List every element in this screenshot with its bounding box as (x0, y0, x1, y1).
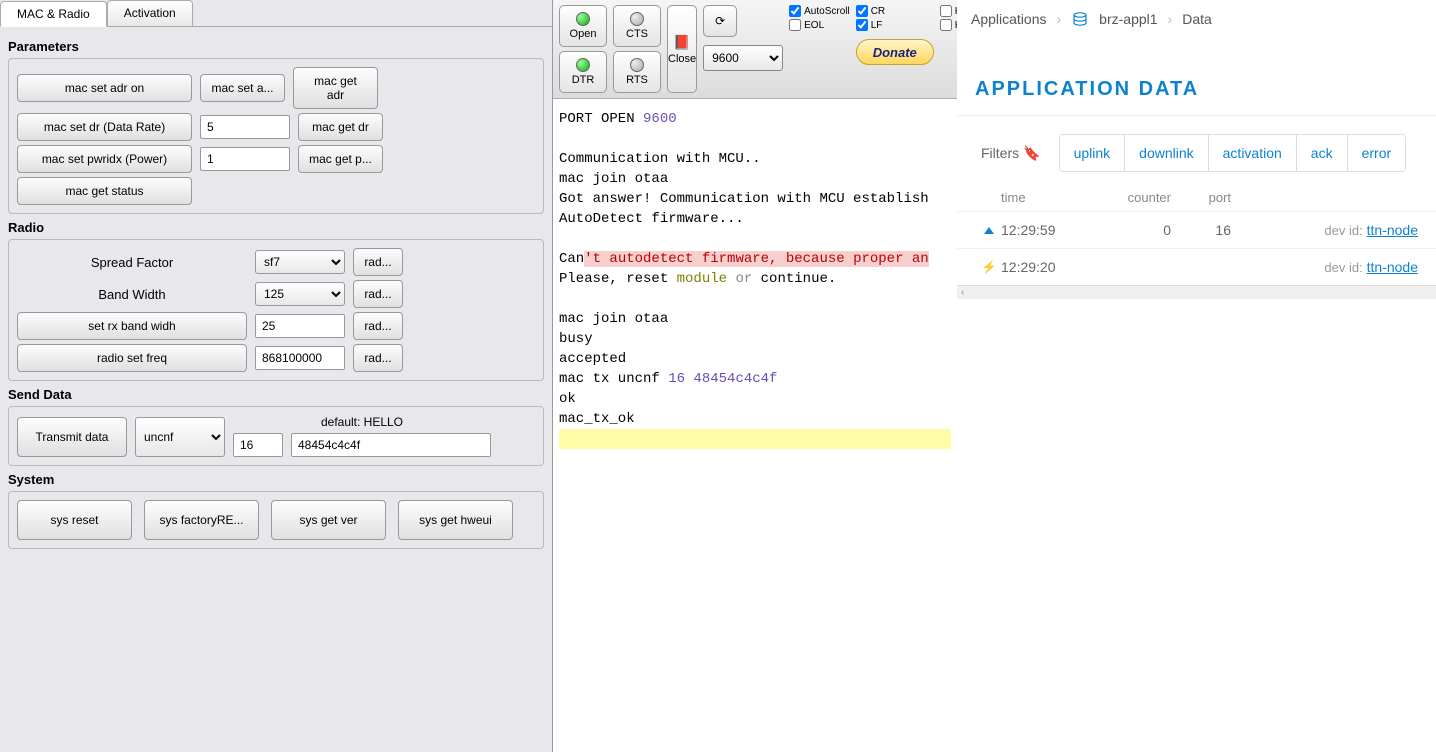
uplink-icon (977, 227, 1001, 234)
dr-input[interactable] (200, 115, 290, 139)
close-button[interactable]: 📕 Close (667, 5, 697, 93)
ttn-console-panel: Applications › brz-appl1 › Data APPLICAT… (957, 0, 1436, 752)
mac-get-adr-button[interactable]: mac get adr (293, 67, 378, 109)
rad-btn-bw[interactable]: rad... (353, 280, 403, 308)
filters-row: Filters 🔖 uplink downlink activation ack… (957, 116, 1436, 182)
application-data-title: APPLICATION DATA (957, 38, 1436, 115)
cr-checkbox[interactable]: CR (856, 5, 934, 17)
led-gray-icon (630, 58, 644, 72)
breadcrumb: Applications › brz-appl1 › Data (957, 0, 1436, 38)
pwr-input[interactable] (200, 147, 290, 171)
row-time: 12:29:20 (1001, 259, 1097, 275)
filter-ack[interactable]: ack (1297, 135, 1348, 171)
filter-activation[interactable]: activation (1209, 135, 1297, 171)
filter-uplink[interactable]: uplink (1060, 135, 1126, 171)
hdr-time: time (1001, 190, 1097, 205)
led-green-icon (576, 58, 590, 72)
band-width-select[interactable]: 125 (255, 282, 345, 306)
cts-button[interactable]: CTS (613, 5, 661, 47)
mac-set-dr-button[interactable]: mac set dr (Data Rate) (17, 113, 192, 141)
system-title: System (8, 472, 544, 487)
donate-button[interactable]: Donate (856, 39, 934, 65)
filter-error[interactable]: error (1348, 135, 1406, 171)
sys-get-hweui-button[interactable]: sys get hweui (398, 500, 513, 540)
default-hello-label: default: HELLO (233, 415, 491, 429)
parameters-title: Parameters (8, 39, 544, 54)
row-port: 16 (1171, 222, 1231, 238)
tx-port-input[interactable] (233, 433, 283, 457)
rad-btn-sf[interactable]: rad... (353, 248, 403, 276)
refresh-button[interactable]: ⟳ (703, 5, 737, 37)
data-row[interactable]: ⚡ 12:29:20 dev id: ttn-node (957, 248, 1436, 285)
filter-tabs: uplink downlink activation ack error (1059, 134, 1407, 172)
sys-factory-reset-button[interactable]: sys factoryRE... (144, 500, 259, 540)
bc-applications[interactable]: Applications (971, 11, 1047, 27)
radio-set-freq-button[interactable]: radio set freq (17, 344, 247, 372)
terminal-output[interactable]: PORT OPEN 9600 Communication with MCU.. … (553, 99, 957, 752)
chevron-right-icon: › (1168, 11, 1173, 27)
spread-factor-label: Spread Factor (17, 255, 247, 270)
tx-mode-select[interactable]: uncnf (135, 417, 225, 457)
led-green-icon (576, 12, 590, 26)
filter-downlink[interactable]: downlink (1125, 135, 1208, 171)
terminal-toolbar: Open DTR CTS RTS 📕 Close ⟳ 9600 AutoScro… (553, 0, 957, 99)
tab-activation[interactable]: Activation (107, 0, 193, 26)
send-data-title: Send Data (8, 387, 544, 402)
freq-input[interactable] (255, 346, 345, 370)
app-icon (1071, 10, 1089, 28)
hdr-port: port (1171, 190, 1231, 205)
filters-label: Filters 🔖 (981, 145, 1041, 162)
spread-factor-select[interactable]: sf7 (255, 250, 345, 274)
horizontal-scrollbar[interactable]: ‹ (957, 285, 1436, 299)
devid-label: dev id: (1324, 260, 1362, 275)
refresh-icon: ⟳ (715, 14, 725, 28)
bc-app-name[interactable]: brz-appl1 (1099, 11, 1157, 27)
hdr-counter: counter (1097, 190, 1171, 205)
mac-get-status-button[interactable]: mac get status (17, 177, 192, 205)
devid-label: dev id: (1324, 223, 1362, 238)
bc-data[interactable]: Data (1182, 11, 1212, 27)
devid-link[interactable]: ttn-node (1367, 222, 1418, 238)
rts-button[interactable]: RTS (613, 51, 661, 93)
tx-payload-input[interactable] (291, 433, 491, 457)
baud-select[interactable]: 9600 (703, 45, 783, 71)
mac-set-pwridx-button[interactable]: mac set pwridx (Power) (17, 145, 192, 173)
mac-get-p-button[interactable]: mac get p... (298, 145, 383, 173)
rad-btn-rxbw[interactable]: rad... (353, 312, 403, 340)
led-gray-icon (630, 12, 644, 26)
mac-set-adr-on-button[interactable]: mac set adr on (17, 74, 192, 102)
data-table-header: time counter port (957, 182, 1436, 211)
row-counter: 0 (1097, 222, 1171, 238)
rad-btn-freq[interactable]: rad... (353, 344, 403, 372)
activation-icon: ⚡ (977, 260, 1001, 274)
sys-reset-button[interactable]: sys reset (17, 500, 132, 540)
mac-get-dr-button[interactable]: mac get dr (298, 113, 383, 141)
close-icon: 📕 (673, 34, 690, 51)
devid-link[interactable]: ttn-node (1367, 259, 1418, 275)
rx-bw-input[interactable] (255, 314, 345, 338)
tag-icon: 🔖 (1023, 145, 1040, 162)
config-panel: MAC & Radio Activation Parameters mac se… (0, 0, 553, 752)
mac-set-a-button[interactable]: mac set a... (200, 74, 285, 102)
sys-get-ver-button[interactable]: sys get ver (271, 500, 386, 540)
open-button[interactable]: Open (559, 5, 607, 47)
terminal-cursor-line (559, 429, 951, 449)
autoscroll-checkbox[interactable]: AutoScroll (789, 5, 850, 17)
tab-bar: MAC & Radio Activation (0, 0, 552, 27)
transmit-data-button[interactable]: Transmit data (17, 417, 127, 457)
band-width-label: Band Width (17, 287, 247, 302)
eol-checkbox[interactable]: EOL (789, 19, 850, 31)
tab-mac-radio[interactable]: MAC & Radio (0, 1, 107, 27)
row-time: 12:29:59 (1001, 222, 1097, 238)
data-row[interactable]: 12:29:59 0 16 dev id: ttn-node (957, 211, 1436, 248)
lf-checkbox[interactable]: LF (856, 19, 934, 31)
radio-title: Radio (8, 220, 544, 235)
terminal-panel: Open DTR CTS RTS 📕 Close ⟳ 9600 AutoScro… (553, 0, 957, 752)
set-rx-band-width-button[interactable]: set rx band widh (17, 312, 247, 340)
dtr-button[interactable]: DTR (559, 51, 607, 93)
chevron-right-icon: › (1057, 11, 1062, 27)
